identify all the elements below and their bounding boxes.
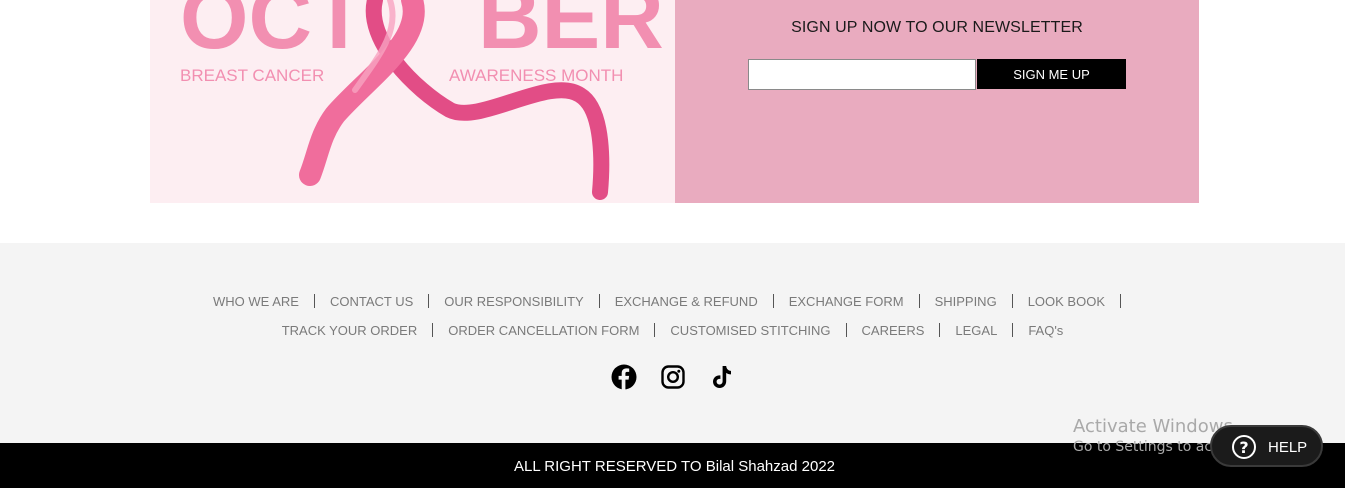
social-links [0, 363, 1345, 391]
footer-link-shipping[interactable]: SHIPPING [935, 294, 997, 309]
help-button[interactable]: ? HELP [1210, 425, 1323, 467]
footer-link-our-responsibility[interactable]: OUR RESPONSIBILITY [444, 294, 583, 309]
footer-link-legal[interactable]: LEGAL [955, 323, 997, 338]
footer-nav-row-2: TRACK YOUR ORDER ORDER CANCELLATION FORM C… [0, 323, 1345, 338]
copyright-bar: ALL RIGHT RESERVED TO Bilal Shahzad 2022 [0, 443, 1345, 488]
nav-separator [654, 323, 656, 337]
question-circle-icon: ? [1232, 435, 1256, 459]
newsletter-email-input[interactable] [748, 59, 976, 90]
footer-link-look-book[interactable]: LOOK BOOK [1028, 294, 1105, 309]
image-right-caption: AWARENESS MONTH [449, 66, 623, 85]
footer-link-exchange-refund[interactable]: EXCHANGE & REFUND [615, 294, 758, 309]
nav-separator [939, 323, 941, 337]
copyright-text: ALL RIGHT RESERVED TO Bilal Shahzad 2022 [514, 458, 835, 475]
breast-cancer-awareness-image: OCT BER BREAST CANCER AWARENESS MONTH [150, 0, 675, 203]
nav-separator [432, 323, 434, 337]
instagram-icon[interactable] [659, 363, 687, 391]
site-footer: WHO WE ARE CONTACT US OUR RESPONSIBILITY EX… [0, 243, 1345, 443]
heading-left-letters: OCT [180, 0, 366, 67]
sign-me-up-button[interactable]: SIGN ME UP [977, 59, 1126, 89]
footer-nav-row-1: WHO WE ARE CONTACT US OUR RESPONSIBILITY EX… [0, 294, 1345, 309]
newsletter-panel: SIGN UP NOW TO OUR NEWSLETTER SIGN ME UP [675, 0, 1199, 203]
nav-separator [598, 294, 600, 308]
nav-separator [428, 294, 430, 308]
nav-separator [1011, 294, 1013, 308]
footer-link-exchange-form[interactable]: EXCHANGE FORM [789, 294, 904, 309]
nav-separator [918, 294, 920, 308]
nav-separator [772, 294, 774, 308]
newsletter-banner: OCT BER BREAST CANCER AWARENESS MONTH SI… [150, 0, 1199, 203]
tiktok-icon[interactable] [707, 363, 735, 391]
nav-separator [845, 323, 847, 337]
footer-link-track-your-order[interactable]: TRACK YOUR ORDER [282, 323, 418, 338]
image-left-caption: BREAST CANCER [180, 66, 324, 85]
footer-link-who-we-are[interactable]: WHO WE ARE [213, 294, 299, 309]
footer-link-faqs[interactable]: FAQ's [1028, 323, 1063, 338]
footer-link-careers[interactable]: CAREERS [862, 323, 925, 338]
footer-link-contact-us[interactable]: CONTACT US [330, 294, 413, 309]
help-label: HELP [1268, 439, 1308, 456]
newsletter-title: SIGN UP NOW TO OUR NEWSLETTER [791, 19, 1083, 36]
nav-separator [1012, 323, 1014, 337]
facebook-icon[interactable] [610, 363, 638, 391]
footer-link-order-cancellation-form[interactable]: ORDER CANCELLATION FORM [448, 323, 639, 338]
nav-separator [1120, 294, 1121, 308]
pink-ribbon-graphic: OCT BER BREAST CANCER AWARENESS MONTH [180, 0, 664, 200]
page: OCT BER BREAST CANCER AWARENESS MONTH SI… [0, 0, 1345, 488]
heading-right-letters: BER [478, 0, 664, 67]
footer-link-customised-stitching[interactable]: CUSTOMISED STITCHING [670, 323, 830, 338]
nav-separator [313, 294, 315, 308]
